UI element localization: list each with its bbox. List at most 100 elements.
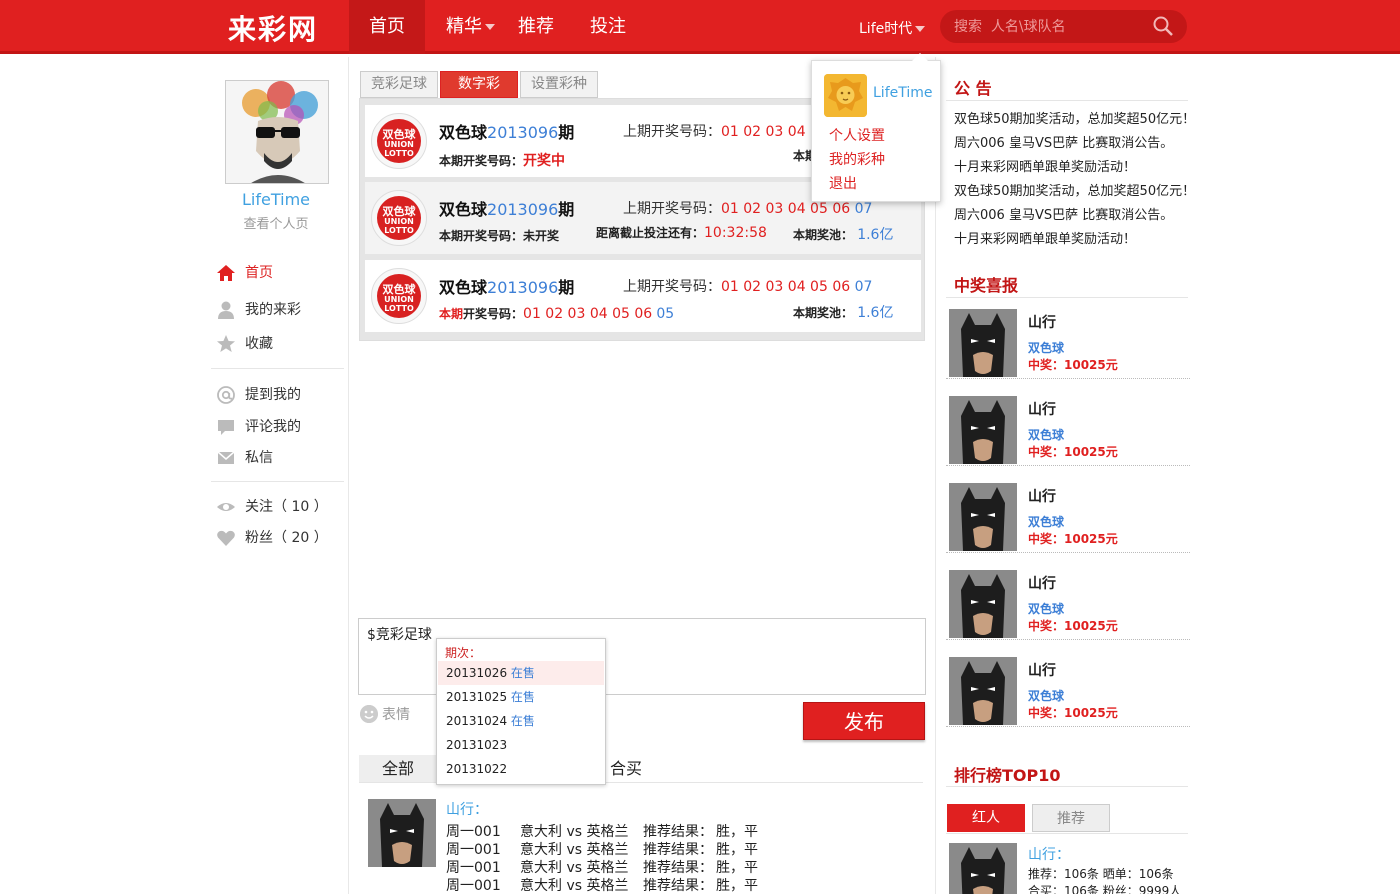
notice-item[interactable]: 十月来彩网晒单跟单奖励活动！ <box>954 228 1136 247</box>
winner-item[interactable]: 山行 双色球 中奖：10025元 <box>946 560 1190 640</box>
ranking-username[interactable]: 山行： <box>1028 844 1070 864</box>
issue-id: 20131023 <box>446 738 508 752</box>
notice-item[interactable]: 周六006 皇马VS巴萨 比赛取消公告。 <box>954 204 1173 223</box>
avatar[interactable] <box>949 309 1017 377</box>
previous-draw-blue: 07 <box>854 279 873 295</box>
match-teams: 意大利 vs 英格兰 <box>520 824 629 840</box>
winner-lottery: 双色球 <box>1028 689 1065 703</box>
winner-item[interactable]: 山行 双色球 中奖：10025元 <box>946 299 1190 379</box>
winner-lottery: 双色球 <box>1028 515 1065 529</box>
issue-id: 20131026 <box>446 666 508 680</box>
menu-item-logout[interactable]: 退出 <box>829 173 857 193</box>
prize-pool-value: 1.6亿 <box>857 227 894 243</box>
lottery-name: 双色球 <box>439 123 488 142</box>
sidebar-item-label: 收藏 <box>245 336 273 352</box>
avatar[interactable] <box>949 570 1017 638</box>
batman-avatar-icon <box>368 799 436 867</box>
issue-label: 期次： <box>445 646 482 660</box>
prize-pool-value: 1.6亿 <box>857 305 894 321</box>
search-input[interactable] <box>954 16 1144 37</box>
avatar[interactable] <box>949 396 1017 464</box>
previous-draw-label: 上期开奖号码： <box>623 201 721 217</box>
eye-icon <box>217 503 235 511</box>
match-teams: 意大利 vs 英格兰 <box>520 860 629 876</box>
notice-item[interactable]: 周六006 皇马VS巴萨 比赛取消公告。 <box>954 132 1173 151</box>
publish-button[interactable]: 发布 <box>803 702 925 740</box>
issue-option[interactable]: 20131025 在售 <box>438 685 604 709</box>
at-icon <box>217 386 235 404</box>
menu-item-my-lotteries[interactable]: 我的彩种 <box>829 149 885 169</box>
avatar[interactable] <box>949 483 1017 551</box>
user-icon <box>218 301 234 319</box>
issue-selector: 期次： 20131026 在售 20131025 在售 20131024 在售 … <box>436 638 606 785</box>
sidebar-item-label: 关注（ 10 ） <box>245 499 328 515</box>
nav-recommend[interactable]: 推荐 <box>518 0 554 54</box>
nav-bet[interactable]: 投注 <box>590 0 626 54</box>
current-draw-blue: 05 <box>656 306 675 322</box>
lottery-issue: 2013096 <box>487 123 559 142</box>
winners-title: 中奖喜报 <box>954 276 1019 295</box>
winner-name: 山行 <box>1028 489 1056 505</box>
view-profile-link[interactable]: 查看个人页 <box>226 213 326 232</box>
issue-id: 20131024 <box>446 714 508 728</box>
current-draw: 本期开奖号码：01 02 03 04 05 06 05 <box>439 305 674 322</box>
menu-item-settings[interactable]: 个人设置 <box>829 125 885 145</box>
winner-item[interactable]: 山行 双色球 中奖：10025元 <box>946 386 1190 466</box>
issue-option[interactable]: 20131023 <box>438 733 604 757</box>
lottery-logo: 双色球 UNION LOTTO <box>371 113 427 169</box>
feed-username[interactable]: 山行： <box>446 799 488 819</box>
sidebar-item-label: 我的来彩 <box>245 302 301 318</box>
winner-prize: 中奖：10025元 <box>1028 706 1118 720</box>
tab-group-buy[interactable]: 合买 <box>606 755 646 782</box>
tab-popular[interactable]: 红人 <box>947 804 1025 832</box>
lottery-title: 双色球2013096期 <box>439 274 574 298</box>
current-draw-label: 本期开奖号码： <box>439 154 524 168</box>
notice-item[interactable]: 十月来彩网晒单跟单奖励活动！ <box>954 156 1136 175</box>
issue-option[interactable]: 20131024 在售 <box>438 709 604 733</box>
prize-pool-label: 本期奖池： <box>793 306 854 320</box>
nav-home[interactable]: 首页 <box>349 0 425 54</box>
home-icon <box>217 265 235 281</box>
result-label: 推荐结果： <box>643 878 713 894</box>
user-menu[interactable]: Life时代 <box>859 18 926 38</box>
divider <box>946 100 1188 101</box>
winner-item[interactable]: 山行 双色球 中奖：10025元 <box>946 647 1190 727</box>
winner-name: 山行 <box>1028 402 1056 418</box>
column-divider <box>348 57 349 894</box>
dropdown-username[interactable]: LifeTime <box>873 85 933 101</box>
previous-draw-red: 01 02 03 04 <box>721 124 806 140</box>
tab-all[interactable]: 全部 <box>359 755 437 782</box>
tab-jingcai-football[interactable]: 竞彩足球 <box>360 71 438 98</box>
lottery-row[interactable]: 双色球 UNION LOTTO 双色球2013096期 上期开奖号码：01 02… <box>365 260 921 332</box>
profile-name[interactable]: LifeTime <box>226 190 326 209</box>
notice-item[interactable]: 双色球50期加奖活动，总加奖超50亿元！ <box>954 108 1195 127</box>
profile-avatar[interactable] <box>225 80 329 184</box>
batman-avatar-icon <box>949 396 1017 464</box>
site-logo[interactable]: 来彩网 <box>228 8 318 48</box>
draw-status: 未开奖 <box>523 229 560 243</box>
notice-title: 公 告 <box>954 79 992 98</box>
previous-draw-label: 上期开奖号码： <box>623 124 721 140</box>
user-dropdown: LifeTime 个人设置 我的彩种 退出 <box>811 53 941 202</box>
previous-draw: 上期开奖号码：01 02 03 04 <box>623 121 806 141</box>
issue-option[interactable]: 20131022 <box>438 757 604 781</box>
tab-digital-lottery[interactable]: 数字彩 <box>440 71 518 98</box>
winner-item[interactable]: 山行 双色球 中奖：10025元 <box>946 473 1190 553</box>
tab-set-lottery[interactable]: 设置彩种 <box>520 71 598 98</box>
lottery-logo-text: LOTTO <box>384 149 414 158</box>
divider <box>946 297 1188 298</box>
nav-featured[interactable]: 精华 <box>446 0 495 54</box>
avatar[interactable] <box>368 799 436 867</box>
avatar[interactable] <box>949 657 1017 725</box>
issue-status: 在售 <box>510 714 535 728</box>
tab-recommended[interactable]: 推荐 <box>1032 804 1110 832</box>
search-icon[interactable] <box>1153 16 1173 36</box>
deadline-label: 距离截止投注还有： <box>596 226 705 240</box>
issue-option[interactable]: 20131026 在售 <box>438 661 604 685</box>
star-icon <box>217 335 235 352</box>
avatar[interactable] <box>949 843 1017 894</box>
winner-name: 山行 <box>1028 576 1056 592</box>
user-menu-label: Life时代 <box>859 21 913 37</box>
notice-item[interactable]: 双色球50期加奖活动，总加奖超50亿元！ <box>954 180 1195 199</box>
nav-featured-label: 精华 <box>446 16 482 37</box>
